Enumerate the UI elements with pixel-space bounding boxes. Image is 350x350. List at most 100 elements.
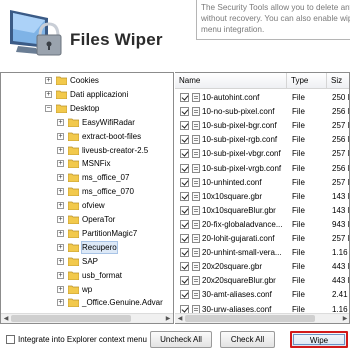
tree-item[interactable]: + OperaTor [1, 214, 173, 225]
file-checkbox[interactable] [180, 205, 189, 215]
file-icon [192, 290, 200, 300]
expand-icon[interactable]: + [57, 118, 64, 126]
scrollbar-thumb[interactable] [185, 315, 315, 322]
collapse-icon[interactable]: − [45, 104, 52, 112]
file-checkbox[interactable] [180, 234, 189, 243]
file-icon [192, 191, 200, 201]
file-checkbox[interactable] [180, 262, 189, 272]
file-row[interactable]: 10x10squareBlur.gbr File 143 I [175, 204, 349, 217]
file-row[interactable]: 20x20square.gbr File 443 I [175, 260, 349, 273]
tree-horizontal-scrollbar[interactable]: ◀ ▶ [1, 313, 173, 323]
file-row[interactable]: 20-fix-globaladvance... File 943 I [175, 218, 349, 231]
expand-icon[interactable]: + [57, 132, 64, 140]
file-row[interactable]: 20-unhint-small-vera... File 1.16 I [175, 246, 349, 259]
tree-item[interactable]: + ms_office_07 [1, 172, 173, 183]
folder-icon [68, 257, 79, 266]
scroll-right-icon[interactable]: ▶ [164, 315, 172, 323]
expand-icon[interactable]: + [57, 229, 64, 237]
tree-item[interactable]: + ofview [1, 200, 173, 211]
tree-item[interactable]: + usb_format [1, 270, 173, 281]
expand-icon[interactable]: + [57, 146, 64, 154]
tree-item[interactable]: + EasyWifiRadar [1, 117, 173, 128]
expand-icon[interactable]: + [57, 243, 64, 251]
header: Files Wiper The Security Tools allow you… [0, 0, 350, 70]
file-name: 10-sub-pixel-vbgr.conf [202, 149, 281, 159]
integrate-label[interactable]: Integrate into Explorer context menu [18, 334, 147, 345]
tree-item[interactable]: + wp [1, 284, 173, 295]
file-row[interactable]: 10-sub-pixel-bgr.conf File 257 I [175, 119, 350, 132]
expand-icon[interactable]: + [45, 77, 52, 84]
file-checkbox[interactable] [180, 121, 189, 131]
tree-item[interactable]: + SAP [1, 256, 173, 267]
file-checkbox[interactable] [180, 135, 189, 145]
file-row[interactable]: 10-sub-pixel-vrgb.conf File 256 I [175, 162, 349, 175]
column-header-size[interactable]: Siz [327, 73, 349, 89]
file-icon [192, 93, 200, 102]
file-row[interactable]: 10-unhinted.conf File 257 I [175, 176, 349, 189]
expand-icon[interactable]: + [57, 188, 64, 196]
uncheck-all-button[interactable]: Uncheck All [150, 331, 212, 348]
file-row[interactable]: 10-sub-pixel-vbgr.conf File 257 I [175, 147, 349, 160]
list-horizontal-scrollbar[interactable]: ◀ ▶ [175, 313, 349, 323]
scroll-left-icon[interactable]: ◀ [2, 315, 10, 323]
tree-item[interactable]: − Desktop [1, 103, 173, 114]
file-checkbox[interactable] [180, 149, 189, 159]
tree-item[interactable]: + Cookies [1, 75, 173, 86]
file-row[interactable]: 10-sub-pixel-rgb.conf File 256 I [175, 133, 349, 146]
tree-item[interactable]: + Dati applicazioni [1, 89, 173, 100]
tree-item-label: ofview [82, 201, 105, 211]
folder-tree[interactable]: + Cookies + Dati applicazioni − Desktop + EasyW… [0, 72, 174, 324]
scroll-right-icon[interactable]: ▶ [341, 315, 349, 323]
file-type: File [292, 177, 305, 187]
file-row[interactable]: 10-autohint.conf File 250 I [175, 91, 349, 104]
file-row[interactable]: 20-lohit-gujarati.conf File 257 I [175, 232, 349, 245]
file-name: 10-no-sub-pixel.conf [202, 107, 275, 117]
file-checkbox[interactable] [180, 290, 189, 300]
file-checkbox[interactable] [180, 93, 189, 102]
tree-item[interactable]: + extract-boot-files [1, 131, 173, 142]
integrate-checkbox[interactable] [6, 335, 15, 344]
file-row[interactable]: 10x10square.gbr File 143 I [175, 190, 349, 203]
file-name: 30-amt-aliases.conf [202, 290, 272, 300]
file-size: 2.41 I [332, 290, 349, 300]
expand-icon[interactable]: + [57, 174, 64, 182]
tree-item[interactable]: + liveusb-creator-2.5 [1, 145, 173, 156]
file-name: 20x20squareBlur.gbr [202, 276, 276, 286]
file-checkbox[interactable] [180, 107, 189, 117]
tree-item[interactable]: + Recupero [1, 240, 173, 254]
expand-icon[interactable]: + [57, 299, 64, 307]
tree-item[interactable]: + MSNFix [1, 158, 173, 169]
scroll-left-icon[interactable]: ◀ [176, 315, 184, 323]
file-name: 10-sub-pixel-bgr.conf [202, 121, 277, 131]
column-header-type[interactable]: Type [287, 73, 327, 89]
tree-item-label: Dati applicazioni [70, 89, 129, 99]
expand-icon[interactable]: + [57, 216, 64, 223]
tree-item[interactable]: + PartitionMagic7 [1, 228, 173, 239]
file-checkbox[interactable] [180, 219, 189, 229]
check-all-button[interactable]: Check All [220, 331, 275, 348]
expand-icon[interactable]: + [57, 202, 64, 210]
file-size: 257 I [332, 121, 350, 131]
file-type: File [292, 262, 305, 272]
file-checkbox[interactable] [180, 248, 189, 258]
column-header-name[interactable]: Name [175, 73, 287, 89]
expand-icon[interactable]: + [57, 285, 64, 293]
expand-icon[interactable]: + [57, 271, 64, 279]
tree-item[interactable]: + ms_office_070 [1, 186, 173, 197]
file-type: File [292, 219, 305, 229]
file-checkbox[interactable] [180, 163, 189, 173]
expand-icon[interactable]: + [57, 160, 64, 168]
file-checkbox[interactable] [180, 276, 189, 286]
expand-icon[interactable]: + [45, 90, 52, 98]
folder-icon [56, 90, 67, 99]
file-checkbox[interactable] [180, 177, 189, 187]
file-row[interactable]: 20x20squareBlur.gbr File 443 I [175, 274, 349, 287]
scrollbar-thumb[interactable] [11, 315, 131, 322]
file-list[interactable]: Name Type Siz 10-autohint.conf File 250 I1… [175, 72, 350, 324]
file-row[interactable]: 10-no-sub-pixel.conf File 256 I [175, 105, 349, 118]
wipe-button[interactable]: Wipe [290, 331, 348, 348]
expand-icon[interactable]: + [57, 257, 64, 265]
file-checkbox[interactable] [180, 191, 189, 201]
tree-item[interactable]: + _Office.Genuine.Advar [1, 297, 173, 308]
file-row[interactable]: 30-amt-aliases.conf File 2.41 I [175, 288, 349, 301]
